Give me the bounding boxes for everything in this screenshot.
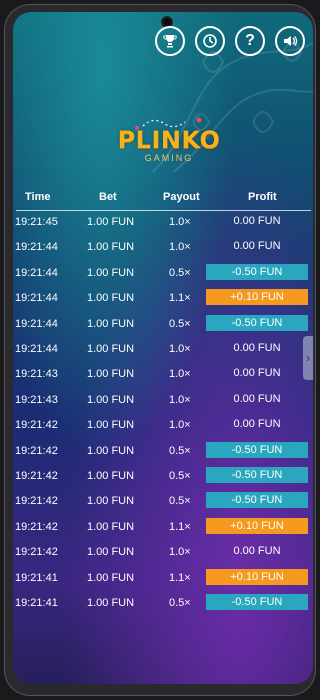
- row-time: 19:21:42: [15, 470, 58, 482]
- row-bet: 1.00 FUN: [87, 597, 135, 609]
- table-row: 19:21:44 1.00 FUN 0.5× -0.50 FUN: [13, 261, 313, 286]
- row-bet: 1.00 FUN: [87, 520, 135, 533]
- row-time: 19:21:43: [15, 368, 58, 381]
- row-payout: 0.5×: [169, 317, 191, 330]
- row-payout: 1.0×: [169, 368, 191, 381]
- row-profit: 0.00 FUN: [233, 418, 281, 431]
- row-time: 19:21:42: [15, 520, 58, 533]
- row-profit: -0.50 FUN: [206, 492, 308, 509]
- help-icon[interactable]: ?: [235, 26, 265, 56]
- row-payout: 1.1×: [169, 571, 191, 584]
- row-profit: 0.00 FUN: [233, 215, 281, 227]
- row-payout: 1.0×: [169, 241, 191, 254]
- row-profit: +0.10 FUN: [206, 517, 308, 534]
- row-bet: 1.00 FUN: [87, 368, 135, 381]
- row-payout: 1.1×: [169, 292, 191, 305]
- row-bet: 1.00 FUN: [87, 266, 135, 279]
- row-payout: 0.5×: [169, 597, 191, 609]
- table-row: 19:21:42 1.00 FUN 0.5× -0.50 FUN: [13, 464, 313, 489]
- row-bet: 1.00 FUN: [87, 343, 135, 355]
- phone-frame: ? PLINKO GAMING Time Bet Payout Profit 1…: [4, 4, 316, 696]
- row-payout: 0.5×: [169, 444, 191, 457]
- table-row: 19:21:42 1.00 FUN 1.0× 0.00 FUN: [13, 540, 313, 565]
- row-profit: -0.50 FUN: [206, 441, 308, 458]
- table-row: 19:21:44 1.00 FUN 1.1× +0.10 FUN: [13, 286, 313, 311]
- row-profit: -0.50 FUN: [206, 467, 308, 483]
- row-bet: 1.00 FUN: [87, 444, 135, 457]
- row-profit: 0.00 FUN: [233, 392, 281, 405]
- row-profit: +0.10 FUN: [206, 289, 308, 306]
- column-header-profit: Profit: [248, 191, 277, 203]
- table-row: 19:21:43 1.00 FUN 1.0× 0.00 FUN: [13, 362, 313, 387]
- row-time: 19:21:45: [15, 216, 58, 228]
- logo-subtitle: GAMING: [144, 153, 194, 163]
- row-time: 19:21:41: [15, 597, 58, 609]
- table-row: 19:21:42 1.00 FUN 1.0× 0.00 FUN: [13, 413, 313, 438]
- table-row: 19:21:44 1.00 FUN 1.0× 0.00 FUN: [13, 235, 313, 260]
- row-payout: 0.5×: [169, 470, 191, 482]
- row-profit: -0.50 FUN: [206, 314, 308, 331]
- row-payout: 1.0×: [169, 343, 191, 355]
- help-icon-glyph: ?: [245, 32, 255, 49]
- row-bet: 1.00 FUN: [87, 241, 135, 254]
- column-header-bet: Bet: [99, 191, 117, 203]
- sound-icon[interactable]: [275, 26, 305, 56]
- row-time: 19:21:42: [15, 495, 58, 508]
- row-time: 19:21:42: [15, 444, 58, 457]
- row-bet: 1.00 FUN: [87, 470, 135, 482]
- row-time: 19:21:44: [15, 317, 58, 330]
- row-time: 19:21:44: [15, 343, 58, 355]
- chevron-right-icon: ›: [306, 351, 310, 365]
- row-time: 19:21:44: [15, 266, 58, 279]
- row-payout: 1.1×: [169, 520, 191, 533]
- row-profit: 0.00 FUN: [233, 240, 281, 253]
- row-bet: 1.00 FUN: [87, 571, 135, 584]
- logo-dots-decoration: [135, 117, 202, 130]
- row-payout: 0.5×: [169, 495, 191, 508]
- row-profit: 0.00 FUN: [233, 342, 281, 354]
- row-payout: 1.0×: [169, 546, 191, 559]
- top-toolbar: ?: [155, 26, 305, 56]
- table-row: 19:21:43 1.00 FUN 1.0× 0.00 FUN: [13, 388, 313, 413]
- row-time: 19:21:41: [15, 571, 58, 584]
- table-row: 19:21:44 1.00 FUN 1.0× 0.00 FUN: [13, 337, 313, 362]
- row-payout: 1.0×: [169, 419, 191, 432]
- table-row: 19:21:42 1.00 FUN 1.1× +0.10 FUN: [13, 515, 313, 540]
- row-bet: 1.00 FUN: [87, 495, 135, 508]
- row-bet: 1.00 FUN: [87, 216, 135, 228]
- column-header-payout: Payout: [163, 191, 200, 203]
- table-row: 19:21:41 1.00 FUN 1.1× +0.10 FUN: [13, 566, 313, 591]
- row-time: 19:21:44: [15, 292, 58, 305]
- row-time: 19:21:42: [15, 546, 58, 559]
- row-profit: 0.00 FUN: [233, 367, 281, 380]
- row-bet: 1.00 FUN: [87, 393, 135, 406]
- row-bet: 1.00 FUN: [87, 292, 135, 305]
- history-icon[interactable]: [195, 26, 225, 56]
- table-row: 19:21:42 1.00 FUN 0.5× -0.50 FUN: [13, 489, 313, 514]
- row-payout: 1.0×: [169, 393, 191, 406]
- row-time: 19:21:44: [15, 241, 58, 254]
- history-table-header: Time Bet Payout Profit: [13, 188, 313, 210]
- front-camera: [163, 18, 171, 26]
- row-bet: 1.00 FUN: [87, 546, 135, 559]
- row-payout: 1.0×: [169, 216, 191, 228]
- trophy-icon[interactable]: [155, 26, 185, 56]
- table-row: 19:21:41 1.00 FUN 0.5× -0.50 FUN: [13, 591, 313, 616]
- column-header-time: Time: [25, 191, 51, 203]
- row-time: 19:21:42: [15, 419, 58, 432]
- table-row: 19:21:45 1.00 FUN 1.0× 0.00 FUN: [13, 210, 313, 235]
- row-time: 19:21:43: [15, 393, 58, 406]
- row-payout: 0.5×: [169, 266, 191, 279]
- plinko-logo: PLINKO GAMING: [109, 117, 229, 163]
- row-bet: 1.00 FUN: [87, 317, 135, 330]
- row-profit: -0.50 FUN: [206, 263, 308, 280]
- row-bet: 1.00 FUN: [87, 419, 135, 432]
- row-profit: +0.10 FUN: [206, 568, 308, 585]
- table-row: 19:21:42 1.00 FUN 0.5× -0.50 FUN: [13, 439, 313, 464]
- game-screen: ? PLINKO GAMING Time Bet Payout Profit 1…: [13, 12, 313, 684]
- table-row: 19:21:44 1.00 FUN 0.5× -0.50 FUN: [13, 312, 313, 337]
- row-profit: -0.50 FUN: [206, 594, 308, 610]
- row-profit: 0.00 FUN: [233, 545, 281, 558]
- side-panel-handle[interactable]: ›: [303, 336, 313, 380]
